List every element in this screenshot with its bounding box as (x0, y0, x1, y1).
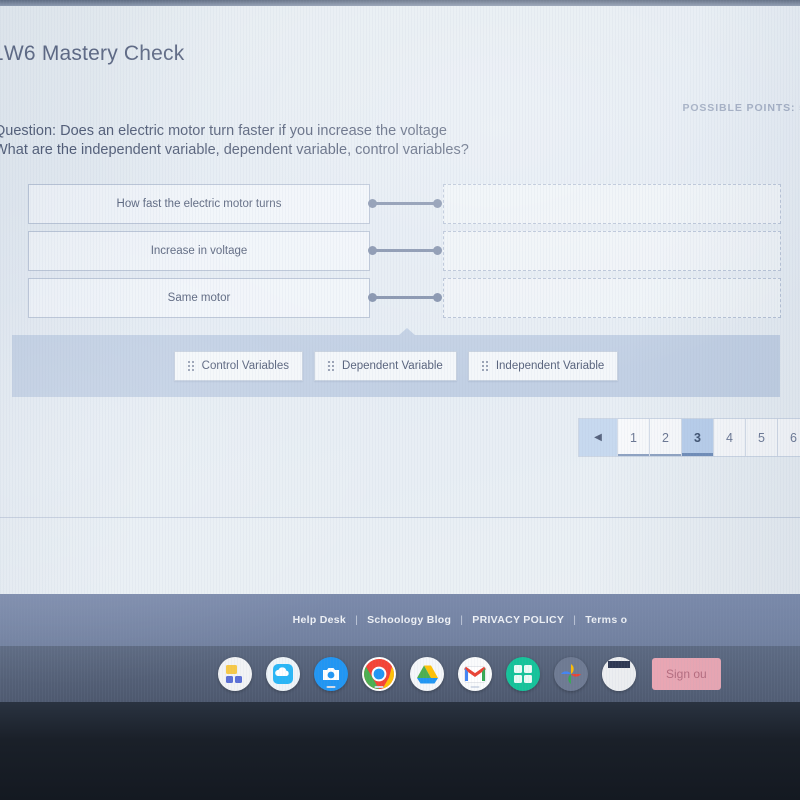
connector-line (368, 246, 442, 255)
drag-handle-icon (187, 361, 195, 371)
match-row: Increase in voltage (0, 229, 800, 276)
prompt-box: Same motor (28, 278, 370, 318)
pagination-page-4[interactable]: 4 (714, 419, 746, 456)
footer-link-terms[interactable]: Terms o (585, 614, 627, 626)
question-line-2: What are the independent variable, depen… (0, 142, 469, 158)
answer-chip-dependent-variable[interactable]: Dependent Variable (314, 351, 457, 381)
photos-icon[interactable] (554, 657, 588, 691)
pagination-page-2[interactable]: 2 (650, 419, 682, 456)
answer-chip-control-variables[interactable]: Control Variables (173, 351, 304, 381)
user-avatar-icon[interactable] (602, 657, 636, 691)
footer-separator: | (460, 614, 464, 626)
connector-dot-right (433, 246, 442, 255)
footer-link-privacy-policy[interactable]: PRIVACY POLICY (472, 614, 564, 626)
pagination-page-5[interactable]: 5 (746, 419, 778, 456)
connector-dot-right (433, 293, 442, 302)
possible-points-label: POSSIBLE POINTS: 5 (682, 102, 800, 114)
matching-rows: How fast the electric motor turns Increa… (0, 182, 800, 323)
google-drive-icon[interactable] (410, 657, 444, 691)
answer-drop-zone[interactable] (443, 278, 781, 318)
pagination-page-3[interactable]: 3 (682, 419, 714, 456)
chrome-icon[interactable] (362, 657, 396, 691)
gmail-icon[interactable] (458, 657, 492, 691)
site-footer: Help Desk | Schoology Blog | PRIVACY POL… (0, 594, 800, 646)
answer-drop-zone[interactable] (443, 231, 781, 271)
question-line-1: Question: Does an electric motor turn fa… (0, 123, 447, 139)
camera-icon[interactable] (314, 657, 348, 691)
drag-handle-icon (328, 361, 335, 371)
launcher-icon[interactable] (218, 657, 252, 691)
answer-chip-label: Dependent Variable (342, 360, 443, 372)
app-running-indicator (374, 686, 384, 688)
footer-links: Help Desk | Schoology Blog | PRIVACY POL… (293, 614, 628, 626)
pagination[interactable]: ◀ 1 2 3 4 5 6 (578, 418, 800, 457)
desk-background (0, 700, 800, 800)
answer-chip-label: Control Variables (201, 360, 290, 372)
question-text: Question: Does an electric motor turn fa… (0, 122, 554, 160)
screen-top-edge (0, 0, 800, 6)
pagination-page-6[interactable]: 6 (778, 419, 800, 456)
laptop-screen: 1W6 Mastery Check POSSIBLE POINTS: 5 Que… (0, 0, 800, 702)
pagination-page-1[interactable]: 1 (618, 419, 650, 456)
chromeos-shelf: Sign ou (0, 646, 800, 702)
answer-chip-independent-variable[interactable]: Independent Variable (467, 351, 619, 381)
shelf-app-icons (218, 657, 636, 691)
app-running-indicator (326, 686, 336, 688)
connector-bar (372, 202, 438, 206)
drag-handle-icon (481, 361, 489, 371)
classroom-grid-icon[interactable] (506, 657, 540, 691)
connector-dot-right (433, 199, 442, 208)
connector-bar (372, 249, 438, 253)
content-divider (0, 517, 800, 518)
app-running-indicator (470, 686, 480, 688)
footer-separator: | (355, 614, 359, 626)
cloud-print-icon[interactable] (266, 657, 300, 691)
answer-bank-caret (398, 328, 416, 336)
connector-line (368, 199, 442, 208)
match-row: How fast the electric motor turns (0, 182, 800, 229)
footer-link-schoology-blog[interactable]: Schoology Blog (367, 614, 451, 626)
answer-drop-zone[interactable] (443, 184, 781, 224)
connector-bar (372, 296, 438, 300)
prompt-box: Increase in voltage (28, 231, 370, 271)
schoology-quiz-page: 1W6 Mastery Check POSSIBLE POINTS: 5 Que… (0, 6, 800, 600)
match-row: Same motor (0, 276, 800, 323)
footer-link-help-desk[interactable]: Help Desk (293, 614, 346, 626)
page-title: 1W6 Mastery Check (0, 42, 185, 65)
footer-separator: | (573, 614, 577, 626)
answer-bank: Control Variables Dependent Variable Ind… (12, 335, 780, 397)
pagination-prev-button[interactable]: ◀ (579, 419, 618, 456)
prompt-box: How fast the electric motor turns (28, 184, 370, 224)
sign-out-button[interactable]: Sign ou (652, 658, 721, 690)
answer-chip-label: Independent Variable (495, 360, 605, 372)
connector-line (368, 293, 442, 302)
